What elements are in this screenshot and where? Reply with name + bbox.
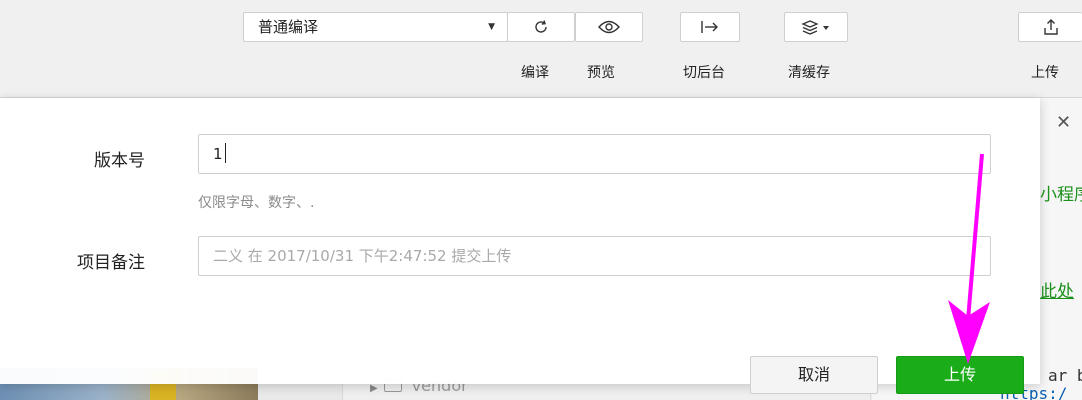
code-text: ar b — [1048, 366, 1082, 385]
version-label: 版本号 — [94, 151, 145, 171]
close-icon[interactable]: ✕ — [1056, 112, 1071, 133]
version-hint: 仅限字母、数字、. — [198, 195, 315, 211]
chevron-down-icon: ▼ — [488, 22, 495, 32]
code-comment: 小程序 — [1040, 185, 1082, 205]
version-input[interactable]: 1 — [198, 134, 991, 174]
background-label: 切后台 — [683, 65, 725, 81]
preview-label: 预览 — [587, 65, 615, 81]
text-cursor — [224, 143, 226, 163]
version-value: 1 — [213, 145, 223, 163]
note-placeholder: 二义 在 2017/10/31 下午2:47:52 提交上传 — [213, 247, 512, 265]
compile-label: 编译 — [521, 65, 549, 81]
eye-icon — [598, 20, 620, 34]
clear-cache-button[interactable] — [784, 12, 848, 42]
clear-cache-label: 清缓存 — [788, 65, 830, 81]
cancel-button[interactable]: 取消 — [750, 356, 878, 394]
layers-icon — [801, 20, 829, 35]
expand-arrow-icon: ▶ — [370, 383, 378, 394]
code-comment-2: 此处 — [1040, 282, 1074, 302]
note-label: 项目备注 — [77, 253, 145, 273]
compile-mode-select[interactable]: 普通编译 ▼ — [243, 12, 508, 42]
compile-button[interactable] — [507, 12, 575, 42]
toolbar: 普通编译 ▼ 编译 预览 切后台 清缓存 上传 — [0, 0, 1082, 98]
upload-icon — [1043, 19, 1058, 35]
upload-toolbar-label: 上传 — [1031, 65, 1059, 81]
annotation-arrow — [948, 153, 990, 364]
switch-background-icon — [701, 21, 718, 33]
upload-toolbar-button[interactable] — [1018, 12, 1082, 42]
preview-button[interactable] — [575, 12, 643, 42]
background-button[interactable] — [680, 12, 740, 42]
compile-mode-value: 普通编译 — [258, 18, 319, 36]
note-input[interactable]: 二义 在 2017/10/31 下午2:47:52 提交上传 — [198, 236, 991, 276]
refresh-icon — [535, 20, 547, 33]
